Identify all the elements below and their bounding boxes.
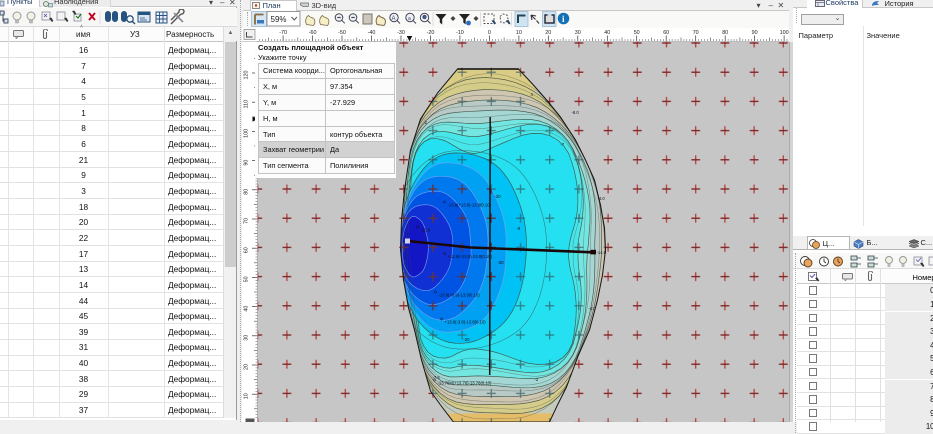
svg-text:40: 40 — [604, 30, 610, 36]
svg-text:-4.0: -4.0 — [597, 196, 605, 201]
svg-text:20: 20 — [545, 30, 551, 36]
svg-text:+13.8(-3.8)-13.8(0.10): +13.8(-3.8)-13.8(0.10) — [444, 320, 486, 325]
svg-text:-20: -20 — [463, 337, 470, 342]
svg-text:-60: -60 — [308, 30, 316, 36]
svg-text:120: 120 — [243, 71, 249, 80]
svg-text:a: a — [408, 16, 411, 22]
svg-text:10: 10 — [515, 30, 521, 36]
svg-text:80: 80 — [722, 30, 728, 36]
svg-text:-14.0: -14.0 — [596, 250, 606, 255]
svg-text:-10: -10 — [456, 30, 464, 36]
svg-text:-7.5: -7.5 — [432, 375, 440, 380]
svg-text:-30: -30 — [397, 30, 405, 36]
svg-text:59%: 59% — [270, 15, 286, 24]
svg-text:80: 80 — [243, 189, 249, 195]
svg-text:-8.0: -8.0 — [571, 110, 579, 115]
svg-text:-70: -70 — [279, 30, 287, 36]
svg-text:70: 70 — [692, 30, 698, 36]
svg-text:100: 100 — [779, 30, 788, 36]
svg-text:60: 60 — [663, 30, 669, 36]
svg-text:60: 60 — [243, 247, 249, 253]
svg-text:90: 90 — [751, 30, 757, 36]
svg-text:70: 70 — [243, 218, 249, 224]
svg-text:110: 110 — [243, 100, 249, 109]
svg-text:50: 50 — [243, 276, 249, 282]
svg-text:-13.76M(+13.76)-13.76(0.10): -13.76M(+13.76)-13.76(0.10) — [437, 381, 491, 386]
svg-text:-13.9(+0.9)-13.9(0.10): -13.9(+0.9)-13.9(0.10) — [438, 293, 480, 298]
svg-text:-30: -30 — [497, 260, 504, 265]
svg-text:50: 50 — [633, 30, 639, 36]
svg-text:-13.8(+13.8)-13.8(0.10): -13.8(+13.8)-13.8(0.10) — [447, 203, 491, 208]
svg-text:90: 90 — [243, 160, 249, 166]
svg-text:30: 30 — [243, 335, 249, 341]
svg-text:-4.0: -4.0 — [588, 306, 596, 311]
svg-text:40: 40 — [243, 306, 249, 312]
svg-text:-40: -40 — [367, 30, 375, 36]
svg-text:100: 100 — [243, 129, 249, 138]
svg-text:-20: -20 — [426, 30, 434, 36]
svg-text:20: 20 — [243, 364, 249, 370]
svg-text:-50: -50 — [338, 30, 346, 36]
svg-text:0: 0 — [487, 30, 490, 36]
svg-text:A: A — [391, 16, 395, 22]
svg-text:-20: -20 — [494, 194, 501, 199]
svg-text:30: 30 — [574, 30, 580, 36]
svg-text:10: 10 — [243, 393, 249, 399]
svg-text:+13.9(+13.9)-13.9(0.10): +13.9(+13.9)-13.9(0.10) — [447, 254, 492, 259]
svg-text:-13.9: -13.9 — [420, 228, 430, 233]
